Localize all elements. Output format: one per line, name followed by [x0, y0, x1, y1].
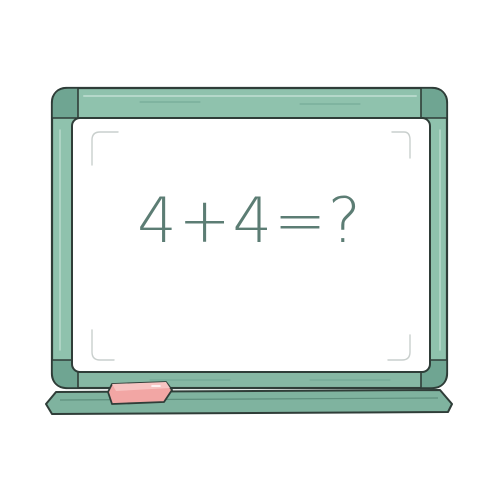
eraser-icon[interactable]	[107, 381, 173, 405]
board-tray	[45, 389, 453, 415]
math-equation: 4+4=?	[137, 183, 363, 257]
whiteboard-scene: 4+4=?	[0, 0, 500, 500]
